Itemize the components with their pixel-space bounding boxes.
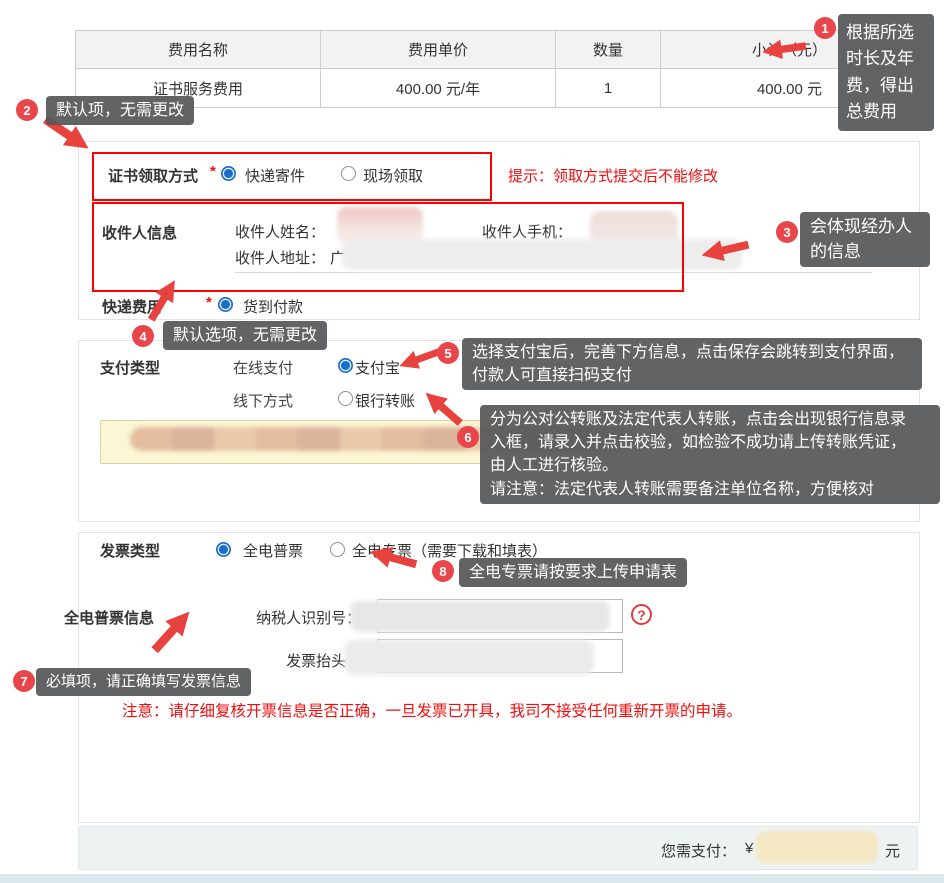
fee-table-row: 证书服务费用 400.00 元/年 1 400.00 元	[75, 68, 919, 108]
callout-7: 必填项，请正确填写发票信息	[36, 668, 252, 696]
payment-form-page: 费用名称 费用单价 数量 小计（元） 证书服务费用 400.00 元/年 1 4…	[0, 0, 944, 883]
radio-alipay-label[interactable]: 支付宝	[355, 357, 400, 378]
callout-3: 会体现经办人的信息	[800, 212, 930, 268]
currency-unit: 元	[885, 843, 901, 860]
callout-5: 选择支付宝后，完善下方信息，点击保存会跳转到支付界面， 付款人可直接扫码支付	[462, 338, 922, 391]
offline-payment-label: 线下方式	[233, 393, 294, 410]
callout-4: 默认选项，无需更改	[163, 321, 328, 351]
callout-7-badge: 7	[13, 670, 35, 692]
radio-bank-transfer[interactable]	[338, 391, 353, 406]
radio-alipay[interactable]	[338, 358, 353, 373]
radio-e-invoice-special[interactable]	[330, 542, 345, 557]
callout-6-badge: 6	[457, 426, 479, 448]
callout-5-badge: 5	[437, 342, 459, 364]
payment-type-label: 支付类型	[100, 360, 161, 377]
radio-e-invoice-normal-label[interactable]: 全电普票	[243, 540, 303, 561]
recipient-annotation-box	[92, 202, 684, 292]
callout-1: 根据所选时长及年费，得出总费用	[838, 14, 934, 132]
fee-quantity-cell: 1	[555, 68, 661, 108]
radio-e-invoice-normal[interactable]	[216, 542, 231, 557]
online-payment-label: 在线支付	[233, 360, 294, 377]
invoice-type-label: 发票类型	[100, 543, 161, 560]
delivery-method-tip: 提示：领取方式提交后不能修改	[508, 168, 719, 185]
invoice-title-redaction	[344, 640, 594, 675]
fee-unit-price-header: 费用单价	[320, 30, 556, 69]
page-bottom-strip	[0, 874, 944, 883]
amount-due-label: 您需支付：	[661, 843, 737, 860]
taxpayer-id-redaction	[350, 601, 610, 632]
fee-unit-price-cell: 400.00 元/年	[320, 68, 556, 108]
callout-8: 全电专票请按要求上传申请表	[459, 558, 688, 588]
callout-2-badge: 2	[16, 99, 38, 121]
help-icon[interactable]: ?	[631, 604, 652, 625]
e-invoice-info-label: 全电普票信息	[64, 610, 155, 627]
radio-cash-on-delivery-label[interactable]: 货到付款	[243, 296, 303, 317]
taxpayer-id-label: 纳税人识别号：*	[256, 610, 367, 627]
currency-symbol: ¥	[745, 840, 754, 857]
callout-4-badge: 4	[132, 325, 154, 347]
fee-quantity-header: 数量	[555, 30, 661, 69]
callout-3-badge: 3	[776, 221, 798, 243]
amount-redaction	[756, 831, 878, 864]
required-asterisk: *	[206, 294, 212, 311]
invoice-warning-note: 注意：请仔细复核开票信息是否正确，一旦发票已开具，我司不接受任何重新开票的申请。	[122, 703, 743, 720]
radio-cash-on-delivery[interactable]	[218, 297, 233, 312]
fee-name-header: 费用名称	[75, 30, 321, 69]
radio-bank-transfer-label[interactable]: 银行转账	[355, 390, 415, 411]
callout-8-badge: 8	[432, 560, 454, 582]
delivery-method-annotation-box	[92, 152, 492, 201]
callout-2: 默认项，无需更改	[46, 96, 195, 126]
callout-6: 分为公对公转账及法定代表人转账，点击会出现银行信息录 入框，请录入并点击校验，如…	[480, 405, 940, 504]
callout-1-badge: 1	[814, 17, 836, 39]
